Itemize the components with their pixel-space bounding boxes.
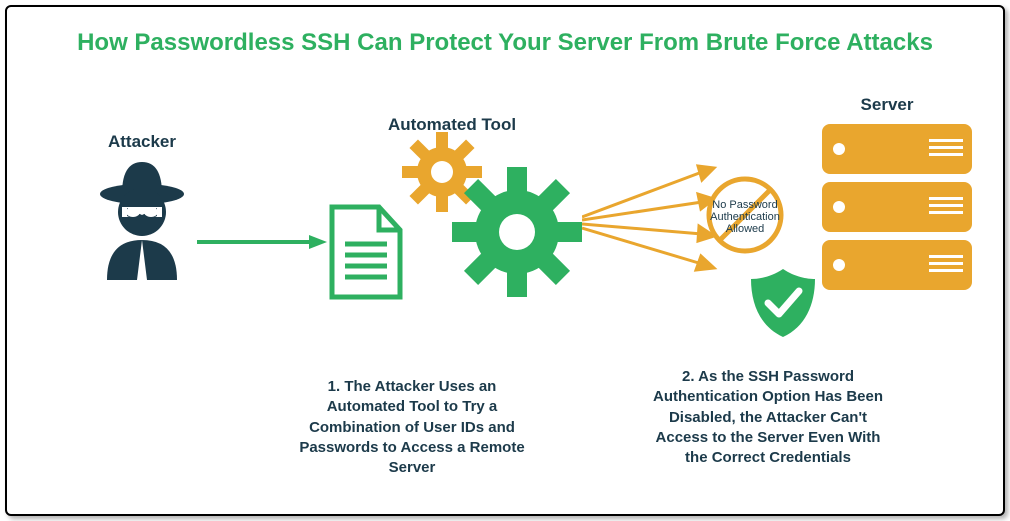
arrow-attacker-to-tool — [197, 232, 327, 252]
document-icon — [327, 202, 405, 302]
step1-caption: 1. The Attacker Uses an Automated Tool t… — [297, 377, 527, 478]
diagram-title: How Passwordless SSH Can Protect Your Se… — [7, 29, 1003, 57]
attacker-label: Attacker — [97, 132, 187, 152]
diagram-frame: How Passwordless SSH Can Protect Your Se… — [5, 5, 1005, 516]
server-label: Server — [837, 95, 937, 115]
server-stack-icon — [817, 119, 977, 299]
shield-check-icon — [747, 265, 819, 341]
nopass-label: No Password Authentication Allowed — [707, 199, 783, 235]
step2-caption: 2. As the SSH Password Authentication Op… — [647, 367, 889, 468]
gear-large-icon — [452, 167, 582, 297]
attacker-icon — [87, 152, 197, 282]
attack-arrows — [582, 162, 722, 277]
